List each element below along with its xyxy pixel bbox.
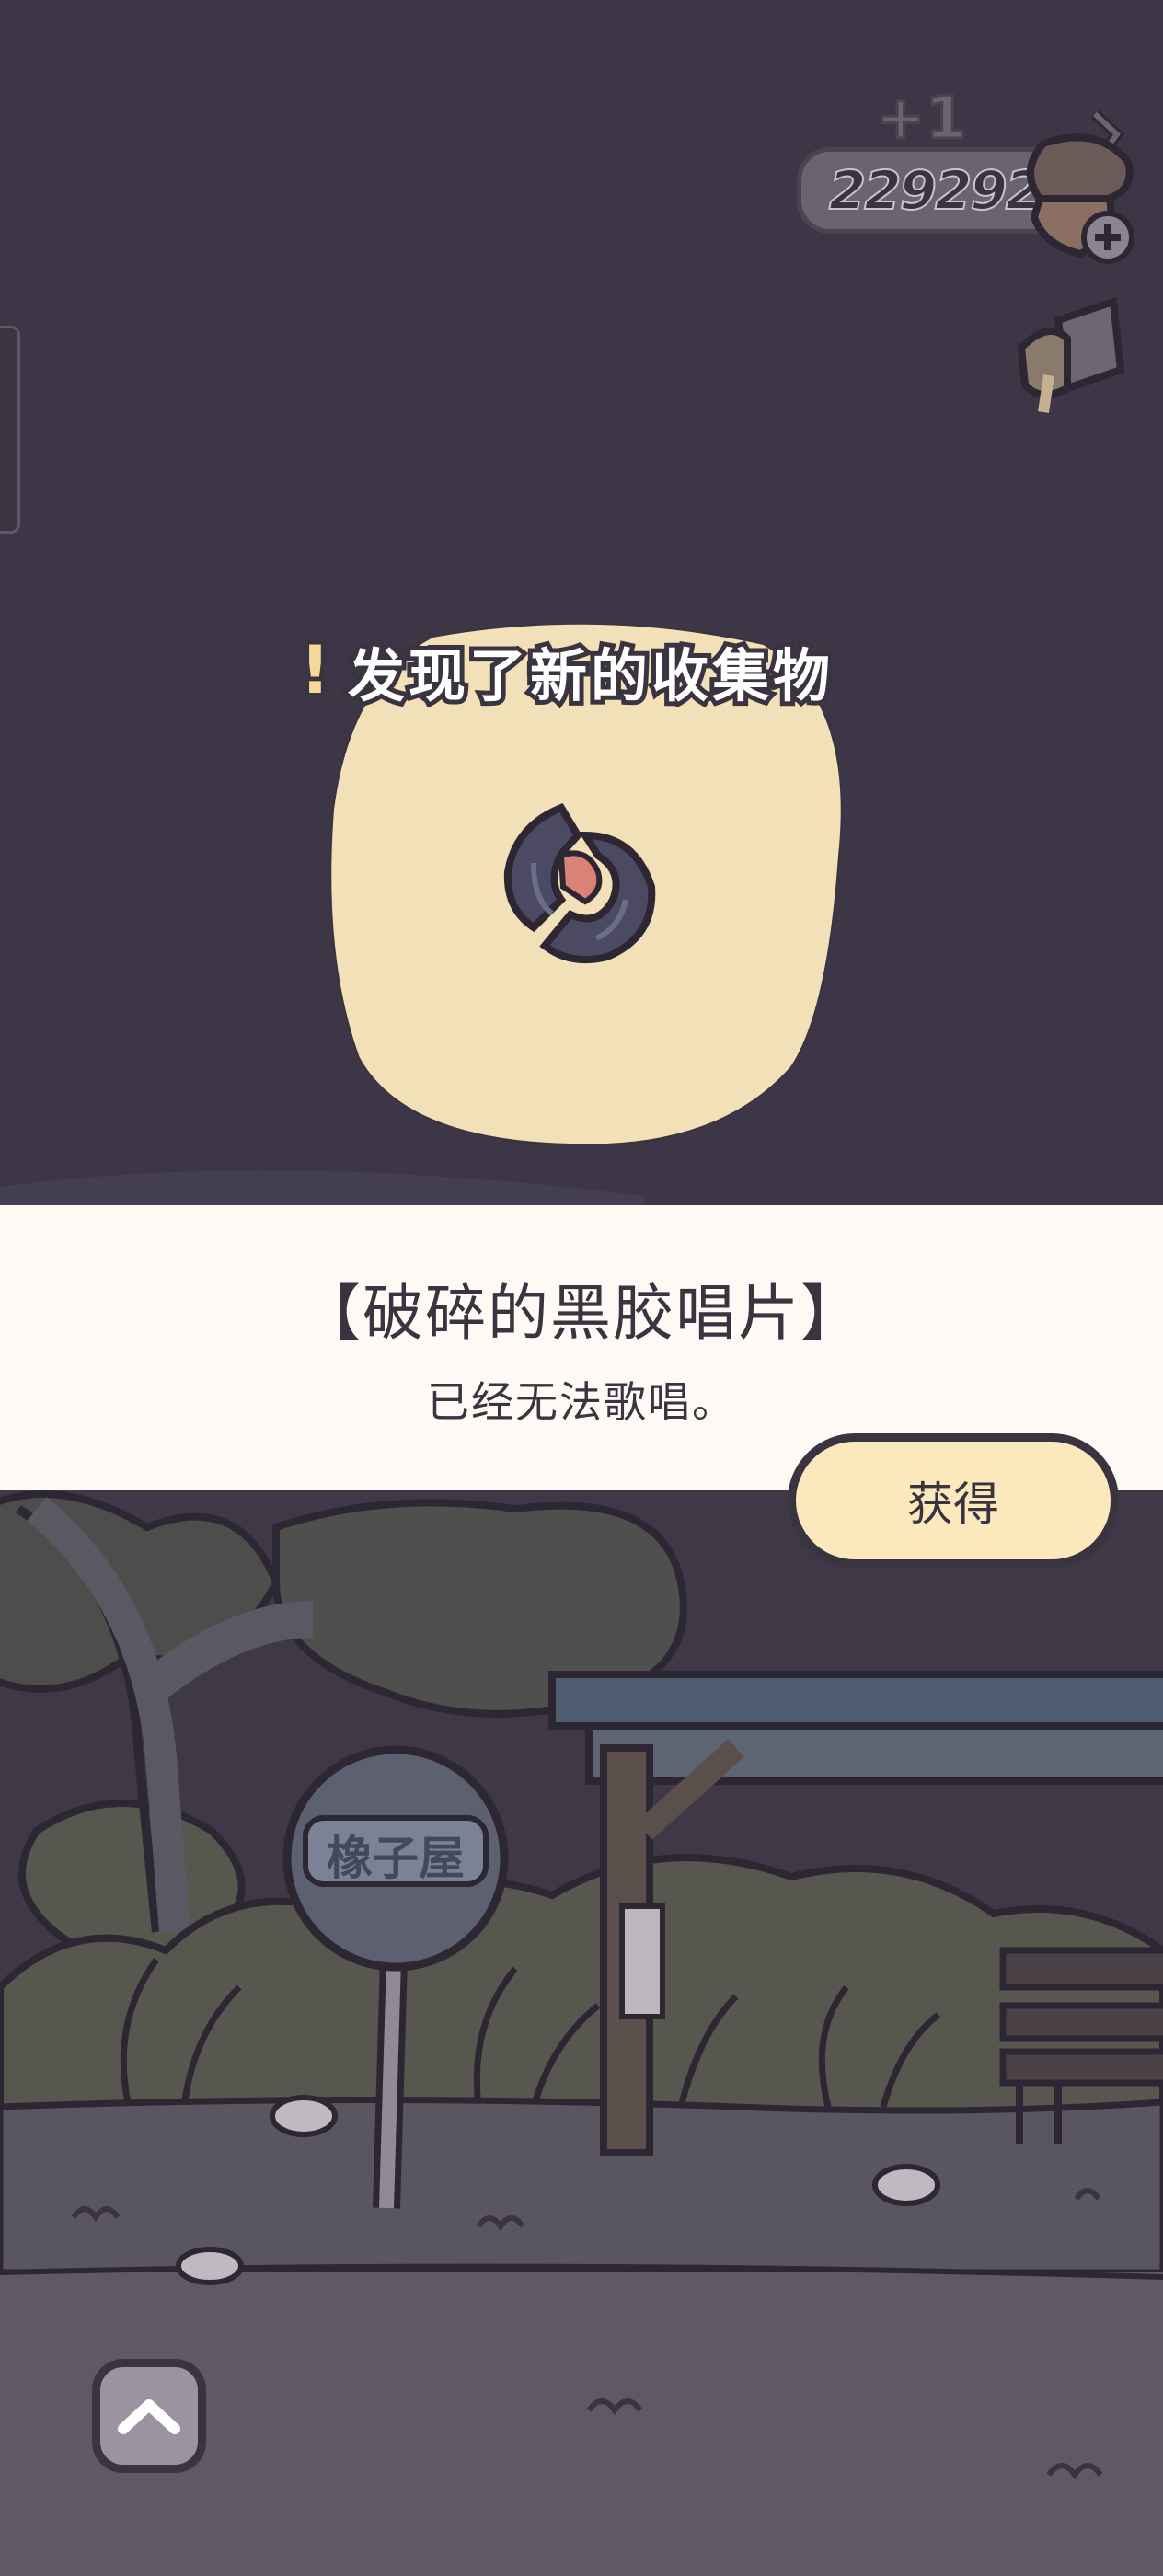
bus-stop-sign-label: 橡子屋 bbox=[327, 1832, 465, 1885]
item-name: 【破碎的黑胶唱片】 bbox=[300, 1278, 863, 1349]
broken-vinyl-record-icon bbox=[503, 803, 656, 964]
expand-button[interactable] bbox=[92, 2359, 206, 2473]
flashlight-icon[interactable] bbox=[1003, 293, 1132, 421]
side-drawer-handle[interactable] bbox=[0, 326, 20, 534]
plus-icon[interactable] bbox=[1078, 208, 1137, 267]
currency-gain: +1 bbox=[874, 84, 967, 155]
item-description: 已经无法歌唱。 bbox=[427, 1377, 736, 1427]
obtain-button[interactable]: 获得 bbox=[788, 1433, 1119, 1568]
chevron-up-icon bbox=[118, 2399, 180, 2434]
exclamation-icon: ! bbox=[296, 627, 334, 712]
discovery-title: 发现了新的收集物 bbox=[343, 638, 835, 714]
